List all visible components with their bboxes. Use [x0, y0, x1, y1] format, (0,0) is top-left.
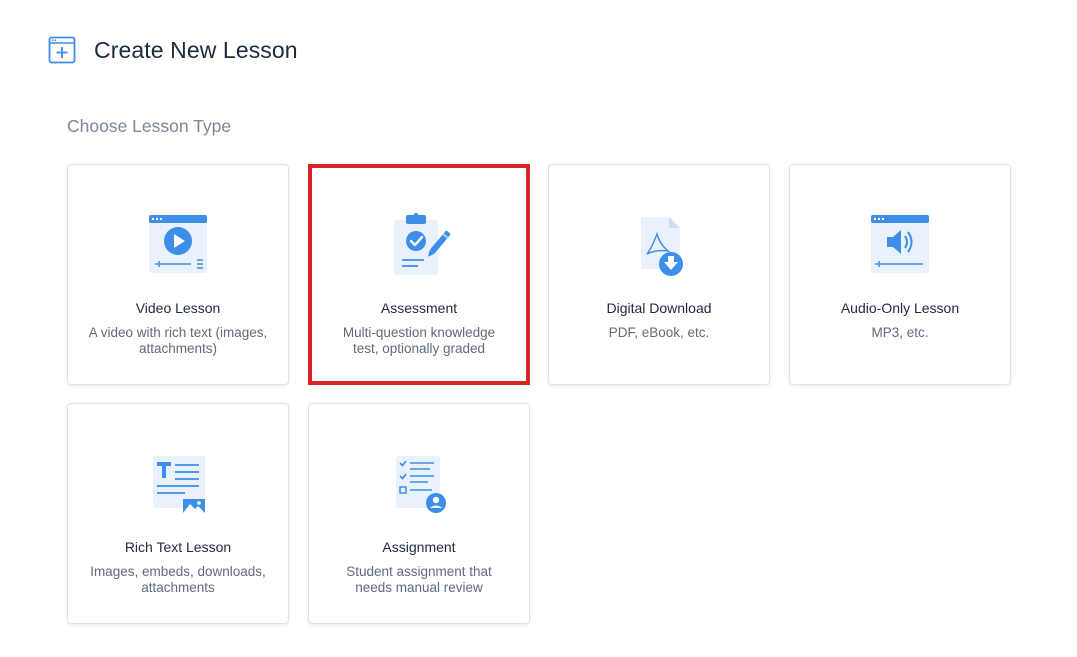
lesson-type-card-audio[interactable]: Audio-Only Lesson MP3, etc.	[789, 164, 1011, 385]
lesson-type-card-assessment[interactable]: Assessment Multi-question knowledge test…	[308, 164, 530, 385]
lesson-type-description: MP3, etc.	[871, 325, 929, 340]
lesson-type-card-assignment[interactable]: Assignment Student assignment that needs…	[308, 403, 530, 624]
page-header: Create New Lesson	[48, 36, 298, 64]
lesson-type-card-video[interactable]: Video Lesson A video with rich text (ima…	[67, 164, 289, 385]
clipboard-check-icon	[394, 212, 451, 275]
lesson-type-name: Assignment	[382, 539, 456, 555]
lesson-type-description: Multi-question knowledge test, optionall…	[342, 325, 496, 356]
assignment-checklist-icon	[396, 456, 446, 513]
lesson-type-name: Video Lesson	[135, 300, 221, 316]
audio-player-icon	[871, 215, 929, 273]
lesson-type-description: A video with rich text (images, attachme…	[88, 325, 268, 356]
video-player-icon	[149, 215, 207, 273]
lesson-type-name: Assessment	[380, 300, 458, 316]
lesson-type-card-digital-download[interactable]: Digital Download PDF, eBook, etc.	[548, 164, 770, 385]
lesson-type-description: Student assignment that needs manual rev…	[346, 564, 492, 595]
lesson-type-name: Digital Download	[606, 300, 712, 316]
add-lesson-icon	[48, 36, 76, 64]
section-subtitle: Choose Lesson Type	[67, 116, 232, 136]
lesson-type-name: Rich Text Lesson	[124, 539, 232, 555]
lesson-type-name: Audio-Only Lesson	[840, 300, 960, 316]
page-title: Create New Lesson	[94, 36, 298, 63]
lesson-type-description: Images, embeds, downloads, attachments	[90, 564, 266, 595]
lesson-type-card-rich-text[interactable]: Rich Text Lesson Images, embeds, downloa…	[67, 403, 289, 624]
pdf-download-icon	[641, 217, 683, 276]
rich-text-icon	[153, 456, 205, 513]
lesson-type-description: PDF, eBook, etc.	[608, 325, 710, 340]
